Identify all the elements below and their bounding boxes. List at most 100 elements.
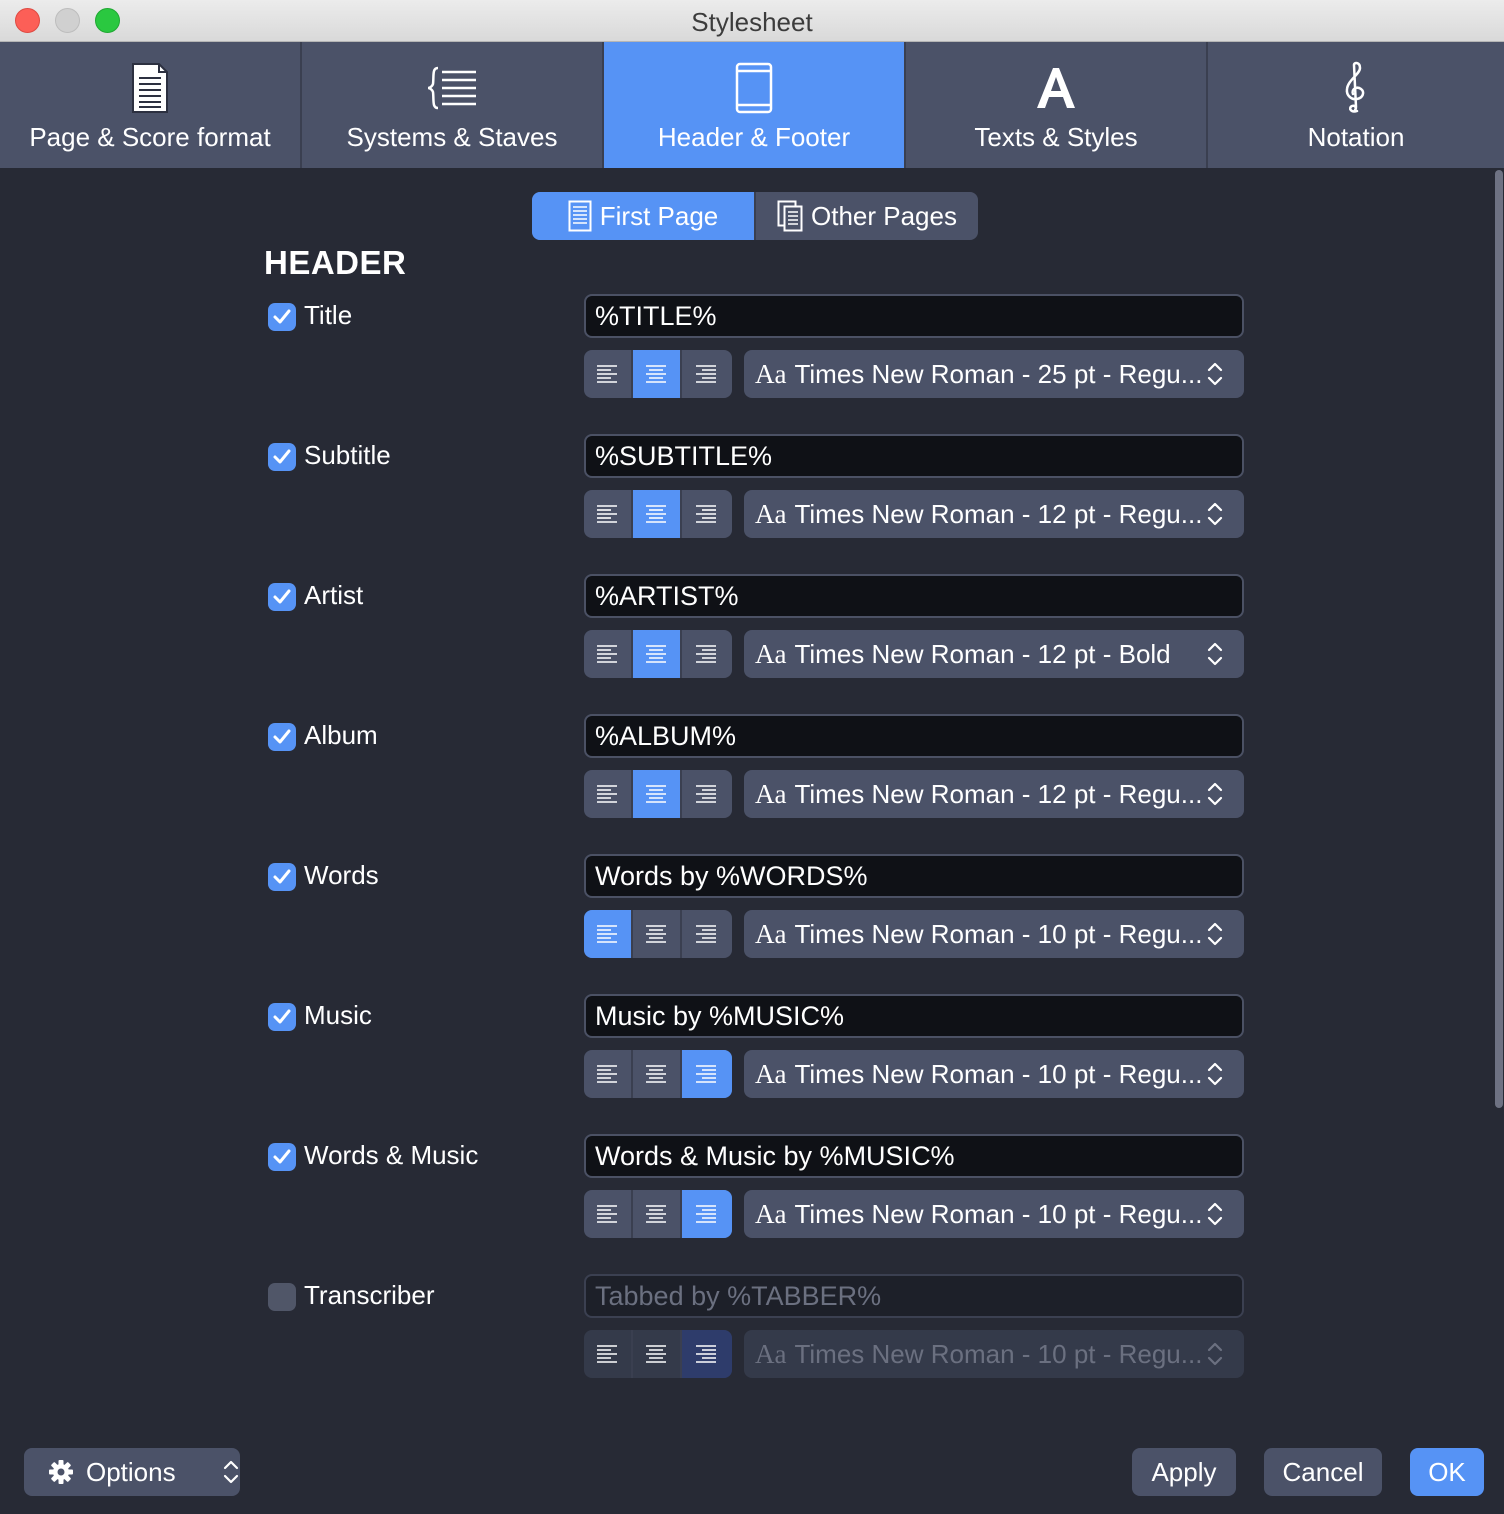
font-description: Times New Roman - 10 pt - Regu... [794, 1199, 1203, 1229]
gear-icon [49, 1460, 73, 1484]
align-center-button[interactable] [633, 630, 682, 678]
header-field-row-album: Album %ALBUM% Aa Times New Roman - 12 pt - … [0, 714, 1504, 834]
transcriber-font-popup[interactable]: Aa Times New Roman - 10 pt - Regu... [744, 1330, 1244, 1378]
align-center-icon [645, 1205, 666, 1223]
tab-label: Page & Score format [29, 122, 271, 152]
tab-notation[interactable]: Notation [1208, 42, 1504, 168]
align-center-button[interactable] [633, 910, 682, 958]
music-text-field[interactable]: Music by %MUSIC% [584, 994, 1244, 1038]
font-preview-aa: Aa [755, 1339, 787, 1369]
align-left-button[interactable] [584, 350, 633, 398]
align-right-button[interactable] [682, 1190, 732, 1238]
first-page-label: First Page [599, 200, 719, 231]
checkmark-icon [273, 449, 291, 464]
align-left-button[interactable] [584, 630, 633, 678]
subtitle-text-field[interactable]: %SUBTITLE% [584, 434, 1244, 478]
artist-font-popup[interactable]: Aa Times New Roman - 12 pt - Bold [744, 630, 1244, 678]
align-right-button[interactable] [682, 1050, 732, 1098]
align-right-button[interactable] [682, 630, 732, 678]
tab-texts-styles[interactable]: Texts & Styles [906, 42, 1208, 168]
align-left-icon [596, 1345, 617, 1363]
align-center-button[interactable] [633, 350, 682, 398]
align-right-button[interactable] [682, 910, 732, 958]
align-right-icon [696, 645, 716, 663]
align-right-button[interactable] [682, 770, 732, 818]
title-label: Title [304, 300, 353, 330]
align-left-icon [596, 925, 617, 943]
font-preview-aa: Aa [755, 639, 787, 669]
align-center-icon [645, 1345, 666, 1363]
other-pages-button[interactable]: Other Pages [754, 192, 978, 240]
artist-alignment-control [584, 630, 732, 678]
options-label: Options [86, 1457, 176, 1487]
align-left-button[interactable] [584, 1050, 633, 1098]
stylesheet-toolbar: Page & Score format Systems & Staves Hea… [0, 42, 1504, 168]
transcriber-text-field[interactable]: Tabbed by %TABBER% [584, 1274, 1244, 1318]
cancel-button[interactable]: Cancel [1264, 1448, 1382, 1496]
words-music-font-popup[interactable]: Aa Times New Roman - 10 pt - Regu... [744, 1190, 1244, 1238]
align-left-icon [596, 785, 617, 803]
header-field-row-transcriber: Transcriber Tabbed by %TABBER% Aa Times New… [0, 1274, 1504, 1394]
align-left-button[interactable] [584, 770, 633, 818]
align-center-button[interactable] [633, 1330, 682, 1378]
ok-button[interactable]: OK [1410, 1448, 1484, 1496]
words-checkbox[interactable] [268, 863, 296, 891]
artist-checkbox[interactable] [268, 583, 296, 611]
album-label: Album [304, 720, 378, 750]
subtitle-checkbox[interactable] [268, 443, 296, 471]
subtitle-font-popup[interactable]: Aa Times New Roman - 12 pt - Regu... [744, 490, 1244, 538]
align-left-button[interactable] [584, 490, 633, 538]
words-music-checkbox[interactable] [268, 1143, 296, 1171]
music-alignment-control [584, 1050, 732, 1098]
music-label: Music [304, 1000, 372, 1030]
align-left-button[interactable] [584, 1330, 633, 1378]
album-font-popup[interactable]: Aa Times New Roman - 12 pt - Regu... [744, 770, 1244, 818]
transcriber-label: Transcriber [304, 1280, 435, 1310]
transcriber-checkbox[interactable] [268, 1283, 296, 1311]
checkmark-icon [273, 1149, 291, 1164]
header-field-row-title: Title %TITLE% Aa Times New Roman - 25 pt - … [0, 294, 1504, 414]
align-center-button[interactable] [633, 1190, 682, 1238]
align-left-button[interactable] [584, 1190, 633, 1238]
title-font-popup[interactable]: Aa Times New Roman - 25 pt - Regu... [744, 350, 1244, 398]
chevron-up-down-icon [1207, 1062, 1223, 1086]
header-field-row-subtitle: Subtitle %SUBTITLE% Aa Times New Roman - 12… [0, 434, 1504, 554]
music-font-popup[interactable]: Aa Times New Roman - 10 pt - Regu... [744, 1050, 1244, 1098]
words-music-text-field[interactable]: Words & Music by %MUSIC% [584, 1134, 1244, 1178]
tab-page-score-format[interactable]: Page & Score format [0, 42, 302, 168]
align-right-button[interactable] [682, 1330, 732, 1378]
align-left-button[interactable] [584, 910, 633, 958]
words-font-popup[interactable]: Aa Times New Roman - 10 pt - Regu... [744, 910, 1244, 958]
window-title: Stylesheet [691, 7, 813, 37]
align-left-icon [596, 645, 617, 663]
apply-button[interactable]: Apply [1132, 1448, 1236, 1496]
tab-systems-staves[interactable]: Systems & Staves [302, 42, 604, 168]
align-center-button[interactable] [633, 770, 682, 818]
align-right-button[interactable] [682, 350, 732, 398]
artist-text-field[interactable]: %ARTIST% [584, 574, 1244, 618]
album-text-field[interactable]: %ALBUM% [584, 714, 1244, 758]
font-preview-aa: Aa [755, 779, 787, 809]
align-center-button[interactable] [633, 490, 682, 538]
align-center-icon [645, 785, 666, 803]
album-checkbox[interactable] [268, 723, 296, 751]
align-right-button[interactable] [682, 490, 732, 538]
album-alignment-control [584, 770, 732, 818]
music-checkbox[interactable] [268, 1003, 296, 1031]
align-right-icon [696, 925, 716, 943]
title-text-field[interactable]: %TITLE% [584, 294, 1244, 338]
title-checkbox[interactable] [268, 303, 296, 331]
other-pages-label: Other Pages [811, 200, 957, 231]
page-selector: First Page Other Pages [532, 192, 978, 240]
checkmark-icon [273, 1009, 291, 1024]
tab-header-footer[interactable]: Header & Footer [604, 42, 906, 168]
align-center-button[interactable] [633, 1050, 682, 1098]
font-preview-aa: Aa [755, 359, 787, 389]
chevron-up-down-icon [1207, 1342, 1223, 1366]
options-popup-button[interactable]: Options [24, 1448, 240, 1496]
font-preview-aa: Aa [755, 1199, 787, 1229]
align-left-icon [596, 365, 617, 383]
first-page-button[interactable]: First Page [532, 192, 754, 240]
words-text-field[interactable]: Words by %WORDS% [584, 854, 1244, 898]
align-right-icon [696, 785, 716, 803]
